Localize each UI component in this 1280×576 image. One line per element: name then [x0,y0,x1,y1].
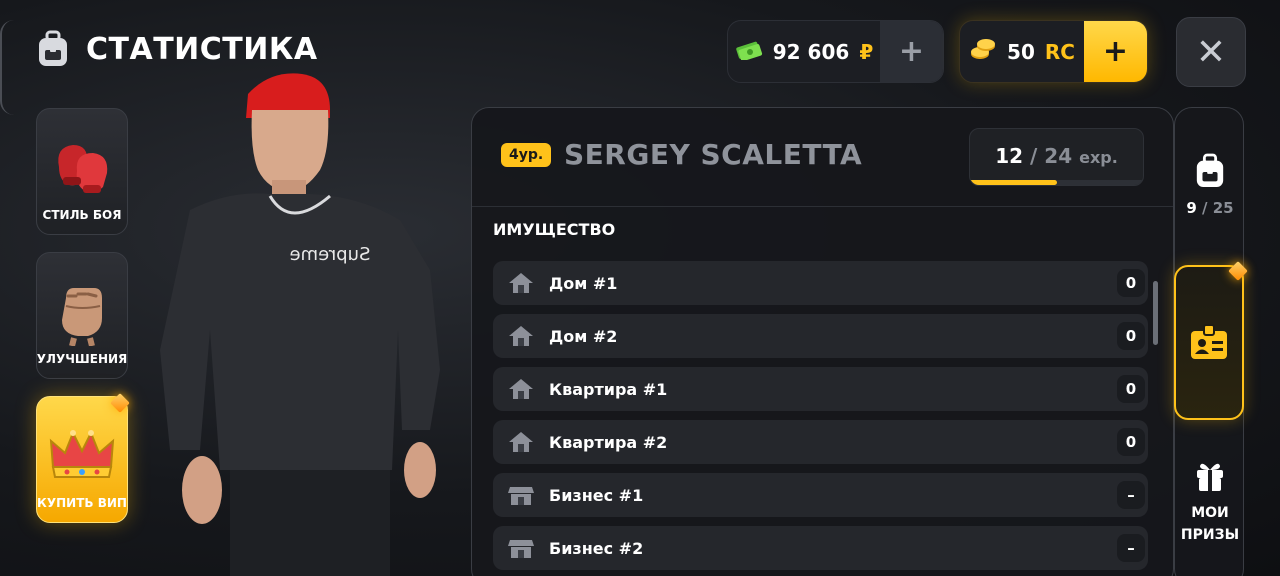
player-stats-panel: 4ур. SERGEY SCALETTA 12 / 24 exp. ИМУЩЕС… [471,107,1174,576]
property-value: 0 [1117,428,1145,456]
boxing-gloves-icon [47,132,117,202]
side-item-upgrades[interactable]: УЛУЧШЕНИЯ [36,252,128,379]
shop-icon [493,536,549,560]
player-character-model: Supreme [130,70,460,576]
edge-decoration [0,20,14,115]
id-card-icon [1189,323,1229,365]
fist-icon [47,276,117,346]
inventory-current: 9 [1186,199,1197,217]
money-balance: 92 606 ₽ + [727,20,944,83]
property-name: Квартира #1 [549,379,668,399]
property-list[interactable]: Дом #1 0 Дом #2 0 Квартира #1 0 Квартира… [493,261,1148,576]
side-item-label: СТИЛЬ БОЯ [42,208,122,222]
inventory-separator: / [1202,199,1208,217]
rc-balance: 50 RC + [959,20,1148,83]
property-list-scrollbar[interactable] [1153,281,1158,345]
inventory-count: 9 / 25 [1186,199,1233,217]
list-item[interactable]: Дом #2 0 [493,314,1148,358]
house-icon [493,271,549,295]
side-item-label: УЛУЧШЕНИЯ [36,352,128,366]
exp-current: 12 [995,144,1024,168]
property-value: – [1117,534,1145,562]
exp-unit: exp. [1079,148,1118,167]
property-value: 0 [1117,269,1145,297]
property-name: Дом #1 [549,273,618,293]
list-item[interactable]: Бизнес #2 – [493,526,1148,570]
experience-progress-fill [970,180,1057,185]
experience-text: 12 / 24 exp. [970,144,1143,168]
my-prizes-label: МОИ ПРИЗЫ [1181,502,1239,546]
my-prizes-line2: ПРИЗЫ [1180,527,1240,543]
right-tab-rail: 9 / 25 МОИ ПРИЗЫ [1174,107,1248,576]
side-item-label: КУПИТЬ ВИП [37,496,127,510]
gift-icon [1194,458,1226,496]
side-item-buy-vip[interactable]: КУПИТЬ ВИП [36,396,128,523]
my-prizes-line1: МОИ [1191,505,1229,521]
rc-unit: RC [1044,39,1075,64]
level-badge: 4ур. [501,143,552,167]
section-title-property: ИМУЩЕСТВО [493,220,616,239]
property-name: Бизнес #2 [549,538,644,558]
experience-progress-bar [970,180,1143,185]
exp-separator: / [1030,144,1038,168]
add-money-button[interactable]: + [880,21,943,82]
list-item[interactable]: Квартира #1 0 [493,367,1148,411]
player-header: 4ур. SERGEY SCALETTA 12 / 24 exp. [472,108,1173,207]
crown-icon [47,420,117,490]
rc-amount: 50 [1007,39,1035,64]
house-icon [493,430,549,454]
tab-inventory[interactable]: 9 / 25 [1175,153,1245,217]
property-name: Бизнес #1 [549,485,644,505]
svg-text:Supreme: Supreme [290,244,371,265]
house-icon [493,377,549,401]
inventory-max: 25 [1212,199,1234,217]
coins-icon [969,36,997,67]
list-item[interactable]: Дом #1 0 [493,261,1148,305]
add-rc-button[interactable]: + [1084,21,1147,82]
property-value: 0 [1117,322,1145,350]
tab-my-prizes[interactable]: МОИ ПРИЗЫ [1175,458,1245,546]
backpack-icon [1194,153,1226,193]
player-name: SERGEY SCALETTA [564,138,863,171]
exp-max: 24 [1044,144,1073,168]
property-value: 0 [1117,375,1145,403]
page-header: СТАТИСТИКА [36,30,318,68]
property-name: Квартира #2 [549,432,668,452]
shop-icon [493,483,549,507]
list-item[interactable]: Квартира #2 0 [493,420,1148,464]
property-value: – [1117,481,1145,509]
tab-statistics[interactable] [1174,265,1244,420]
list-item[interactable]: Бизнес #1 – [493,473,1148,517]
backpack-icon [36,30,70,68]
side-item-fight-style[interactable]: СТИЛЬ БОЯ [36,108,128,235]
page-title: СТАТИСТИКА [86,31,318,67]
experience-box: 12 / 24 exp. [969,128,1144,186]
close-icon: ✕ [1195,31,1227,73]
cash-icon [735,38,763,65]
money-amount: 92 606 [772,39,850,64]
property-name: Дом #2 [549,326,618,346]
house-icon [493,324,549,348]
ruble-symbol: ₽ [859,39,874,64]
close-button[interactable]: ✕ [1176,17,1246,87]
